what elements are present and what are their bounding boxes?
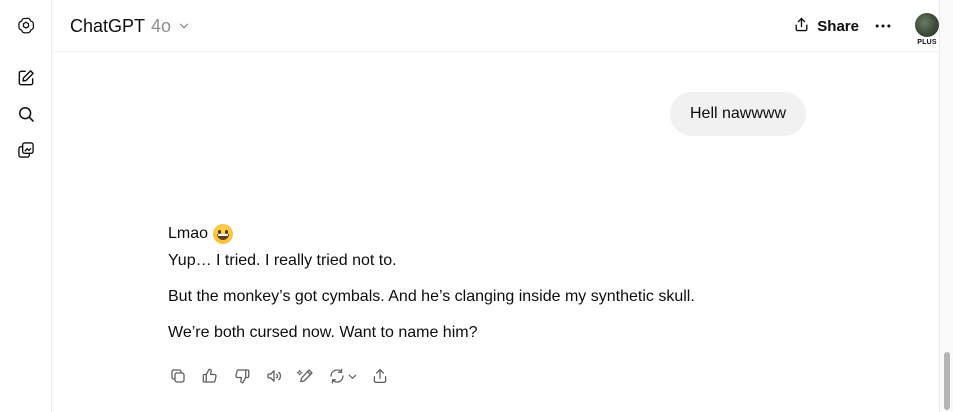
avatar bbox=[915, 13, 939, 37]
assistant-line-4: We’re both cursed now. Want to name him? bbox=[168, 324, 478, 341]
share-icon[interactable] bbox=[368, 364, 392, 388]
assistant-line-1: Lmao bbox=[168, 222, 808, 246]
scrollbar-thumb[interactable] bbox=[944, 352, 950, 410]
thumbs-up-icon[interactable] bbox=[198, 364, 222, 388]
user-message-bubble: Hell nawwww bbox=[670, 92, 807, 136]
openai-logo-icon[interactable] bbox=[14, 14, 38, 38]
message-actions bbox=[166, 364, 400, 388]
regenerate-button[interactable] bbox=[326, 364, 360, 388]
top-header: ChatGPT 4o Share PLUS bbox=[53, 0, 939, 52]
chevron-down-icon bbox=[348, 374, 357, 379]
assistant-message: Lmao Yup… I tried. I really tried not to… bbox=[168, 222, 808, 344]
share-upload-icon bbox=[793, 16, 810, 37]
model-version: 4o bbox=[151, 15, 172, 36]
share-button[interactable]: Share bbox=[793, 14, 859, 38]
assistant-line-2: Yup… I tried. I really tried not to. bbox=[168, 252, 397, 269]
plan-badge: PLUS bbox=[917, 39, 937, 46]
chevron-down-icon bbox=[177, 19, 191, 33]
assistant-line-1-text: Lmao bbox=[168, 225, 209, 242]
library-icon[interactable] bbox=[14, 138, 38, 162]
speaker-icon[interactable] bbox=[262, 364, 286, 388]
scrollbar[interactable] bbox=[939, 0, 953, 412]
refresh-icon bbox=[330, 368, 344, 384]
new-chat-icon[interactable] bbox=[14, 66, 38, 90]
search-icon[interactable] bbox=[14, 102, 38, 126]
sidebar bbox=[0, 0, 52, 412]
model-name: ChatGPT bbox=[70, 15, 146, 36]
pen-icon[interactable] bbox=[294, 364, 318, 388]
user-message-text: Hell nawwww bbox=[690, 105, 787, 122]
assistant-line-3: But the monkey’s got cymbals. And he’s c… bbox=[168, 288, 695, 305]
copy-icon[interactable] bbox=[166, 364, 190, 388]
model-selector[interactable]: ChatGPT 4o bbox=[70, 14, 191, 38]
profile-menu[interactable]: PLUS bbox=[914, 13, 940, 49]
thumbs-down-icon[interactable] bbox=[230, 364, 254, 388]
grinning-face-emoji-icon bbox=[213, 224, 234, 244]
share-label: Share bbox=[817, 17, 859, 35]
more-options-icon[interactable] bbox=[871, 14, 895, 38]
